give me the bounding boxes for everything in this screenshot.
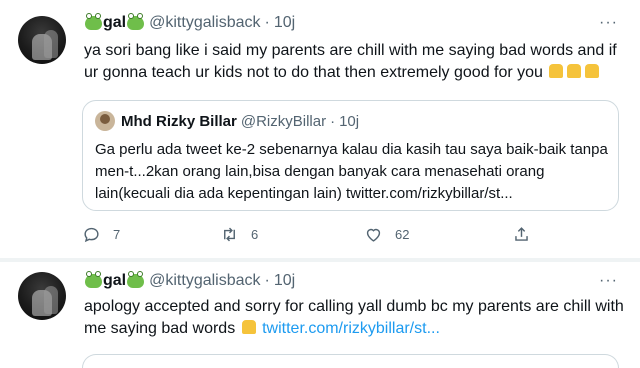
display-name[interactable]: gal	[84, 271, 145, 290]
retweet-icon	[224, 227, 235, 242]
share-icon	[515, 227, 528, 241]
more-icon[interactable]: ···	[599, 14, 618, 32]
quoted-user-handle: @RizkyBillar	[240, 112, 327, 130]
reply-icon	[84, 227, 99, 243]
frog-emoji-icon	[127, 271, 145, 288]
tweet-link[interactable]: twitter.com/rizkybillar/st...	[262, 320, 440, 337]
reply-button[interactable]: 7	[82, 225, 120, 244]
timestamp[interactable]: 10j	[274, 272, 295, 290]
folded-hands-emoji-icon	[585, 64, 600, 78]
folded-hands-emoji-icon	[549, 64, 564, 78]
quoted-tweet-header: Mhd Rizky Billar @RizkyBillar · 10j	[95, 111, 359, 131]
frog-emoji-icon	[85, 271, 102, 288]
display-name[interactable]: gal	[84, 13, 145, 32]
frog-emoji-icon	[127, 13, 145, 30]
share-button[interactable]	[512, 225, 543, 244]
tweet-actions: 7 6 62	[82, 225, 542, 249]
avatar-figure	[44, 30, 58, 58]
separator-dot: ·	[330, 112, 336, 130]
tweet-text: ya sori bang like i said my parents are …	[84, 42, 617, 81]
frog-emoji-icon	[85, 13, 102, 30]
like-count: 62	[395, 227, 410, 242]
quoted-tweet[interactable]: Mhd Rizky Billar @RizkyBillar · 10j Ga p…	[82, 100, 619, 211]
avatar[interactable]	[18, 272, 66, 320]
more-icon[interactable]: ···	[599, 272, 618, 290]
folded-hands-emoji-icon	[241, 320, 256, 334]
user-handle[interactable]: @kittygalisback	[149, 272, 260, 290]
retweet-button[interactable]: 6	[220, 225, 258, 244]
like-button[interactable]: 62	[364, 225, 409, 244]
tweet-text: apology accepted and sorry for calling y…	[84, 298, 624, 337]
quoted-display-name: Mhd Rizky Billar	[121, 112, 237, 130]
avatar[interactable]	[18, 16, 66, 64]
timestamp[interactable]: 10j	[274, 14, 295, 32]
tweet-header: gal @kittygalisback · 10j	[84, 13, 295, 32]
retweet-count: 6	[251, 227, 259, 242]
quoted-timestamp: 10j	[339, 112, 360, 130]
quoted-tweet-text: Ga perlu ada tweet ke-2 sebenarnya kalau…	[95, 141, 608, 202]
quoted-tweet[interactable]	[82, 354, 619, 368]
folded-hands-emoji-icon	[567, 64, 582, 78]
tweet[interactable]: gal @kittygalisback · 10j ··· ya sori ba…	[0, 0, 640, 258]
separator-dot: ·	[264, 14, 270, 31]
quoted-avatar	[95, 111, 115, 131]
reply-count: 7	[113, 227, 121, 242]
user-handle[interactable]: @kittygalisback	[149, 14, 260, 32]
like-icon	[366, 228, 381, 242]
separator-dot: ·	[264, 272, 270, 289]
tweet[interactable]: gal @kittygalisback · 10j ··· apology ac…	[0, 262, 640, 360]
tweet-header: gal @kittygalisback · 10j	[84, 271, 295, 290]
avatar-figure	[44, 286, 58, 314]
